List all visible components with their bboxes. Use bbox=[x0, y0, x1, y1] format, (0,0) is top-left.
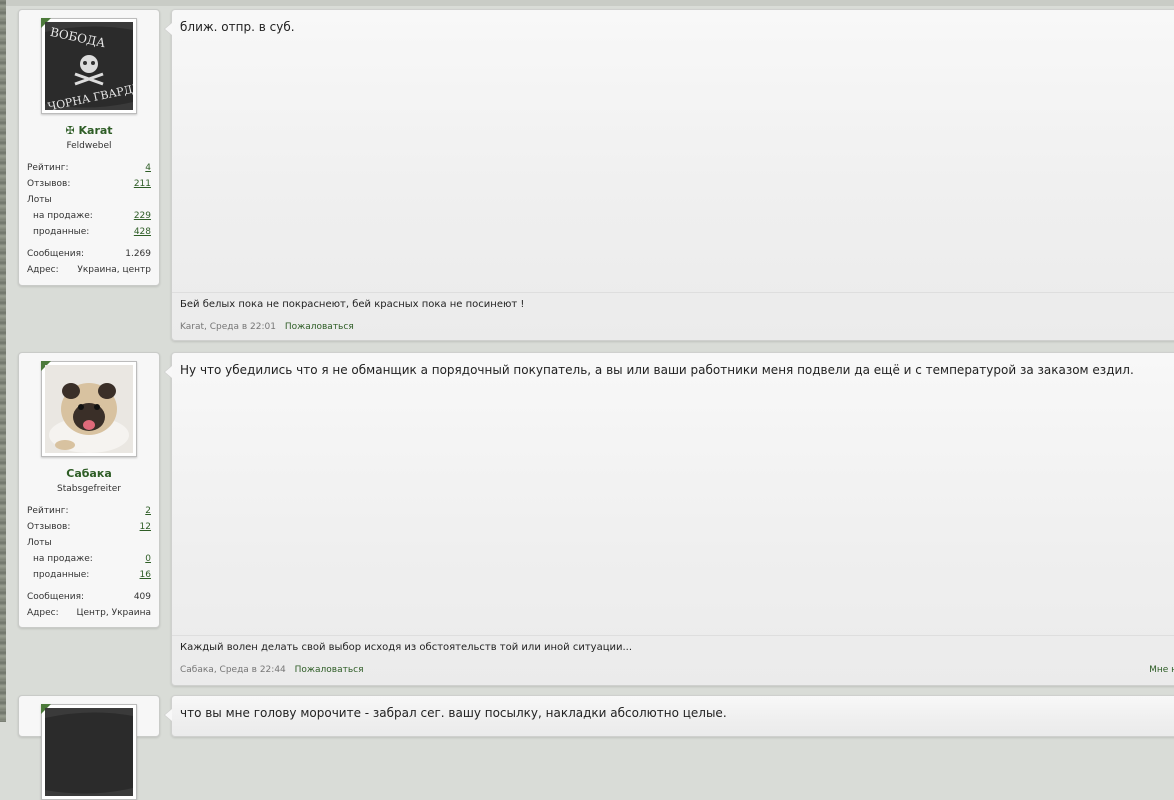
stat-address-value: Украина, центр bbox=[77, 265, 151, 275]
stat-rating-value[interactable]: 2 bbox=[145, 503, 151, 519]
post: ВОБОДА ЧОРНА ГВАРДІЯ ✠ Karat Feldwebel Р… bbox=[18, 9, 1174, 341]
stat-lots-header: Лоты bbox=[27, 192, 151, 208]
signature-text: Бей белых пока не покраснеют, бей красны… bbox=[180, 299, 525, 310]
user-info-panel: ВОБОДА ЧОРНА ГВАРДІЯ ✠ Karat Feldwebel Р… bbox=[18, 9, 160, 286]
stat-messages: Сообщения: 1.269 bbox=[27, 246, 151, 262]
avatar[interactable]: ВОБОДА ЧОРНА ГВАРДІЯ bbox=[41, 18, 137, 114]
stat-label: проданные: bbox=[33, 570, 90, 580]
signature: Каждый волен делать свой выбор исходя из… bbox=[172, 635, 1174, 655]
username[interactable]: ✠ Karat bbox=[19, 124, 159, 137]
stat-label: Лоты bbox=[27, 538, 52, 548]
avatar[interactable] bbox=[41, 704, 137, 800]
report-link[interactable]: Пожаловаться bbox=[285, 322, 354, 332]
stat-label: проданные: bbox=[33, 227, 90, 237]
message-pointer bbox=[164, 365, 172, 379]
stat-address: Адрес: Центр, Украина bbox=[27, 605, 151, 621]
stat-reviews: Отзывов: 12 bbox=[27, 519, 151, 535]
stat-label: Сообщения: bbox=[27, 249, 85, 259]
stat-label: Отзывов: bbox=[27, 522, 71, 532]
stat-label: Адрес: bbox=[27, 265, 59, 275]
stat-on-sale-value[interactable]: 229 bbox=[134, 208, 151, 224]
message-text: Ну что убедились что я не обманщик а пор… bbox=[180, 363, 1134, 377]
page-edge-texture bbox=[0, 0, 6, 722]
avatar-image bbox=[45, 708, 133, 796]
stat-label: Лоты bbox=[27, 195, 52, 205]
message-text: ближ. отпр. в суб. bbox=[180, 20, 295, 34]
message-box: что вы мне голову морочите - забрал сег.… bbox=[164, 695, 1174, 737]
user-rank: Feldwebel bbox=[66, 141, 112, 151]
page-top-edge bbox=[6, 0, 1174, 6]
message-pointer bbox=[164, 22, 172, 36]
stat-rating: Рейтинг: 4 bbox=[27, 160, 151, 176]
stat-label: Адрес: bbox=[27, 608, 59, 618]
stat-sold-value[interactable]: 16 bbox=[140, 567, 151, 583]
post-meta: Karat, Среда в 22:01 Пожаловаться bbox=[180, 322, 354, 332]
stat-messages: Сообщения: 409 bbox=[27, 589, 151, 605]
stat-messages-value: 1.269 bbox=[125, 249, 151, 259]
avatar[interactable] bbox=[41, 361, 137, 457]
stat-sold-value[interactable]: 428 bbox=[134, 224, 151, 240]
stat-reviews-value[interactable]: 211 bbox=[134, 176, 151, 192]
stat-sold: проданные: 428 bbox=[27, 224, 151, 240]
user-stats: Рейтинг: 2 Отзывов: 12 Лоты на продаже: … bbox=[27, 503, 151, 621]
post-author-date[interactable]: Karat, Среда в 22:01 bbox=[180, 322, 276, 332]
stat-on-sale-value[interactable]: 0 bbox=[145, 551, 151, 567]
stat-address-value: Центр, Украина bbox=[76, 608, 151, 618]
like-link[interactable]: Мне н bbox=[1149, 665, 1174, 675]
stat-label: на продаже: bbox=[33, 554, 93, 564]
user-info-panel: Сабака Stabsgefreiter Рейтинг: 2 Отзывов… bbox=[18, 352, 160, 628]
post-author-date[interactable]: Сабака, Среда в 22:44 bbox=[180, 665, 286, 675]
stat-rating: Рейтинг: 2 bbox=[27, 503, 151, 519]
avatar-image bbox=[45, 365, 133, 453]
message-text: что вы мне голову морочите - забрал сег.… bbox=[180, 706, 727, 720]
report-link[interactable]: Пожаловаться bbox=[295, 665, 364, 675]
username-label[interactable]: Karat bbox=[79, 124, 113, 137]
iron-cross-icon: ✠ bbox=[65, 124, 75, 137]
post-meta: Сабака, Среда в 22:44 Пожаловаться bbox=[180, 665, 364, 675]
stat-on-sale: на продаже: 0 bbox=[27, 551, 151, 567]
stat-label: Сообщения: bbox=[27, 592, 85, 602]
user-stats: Рейтинг: 4 Отзывов: 211 Лоты на продаже:… bbox=[27, 160, 151, 278]
stat-reviews: Отзывов: 211 bbox=[27, 176, 151, 192]
stat-label: Рейтинг: bbox=[27, 506, 69, 516]
stat-on-sale: на продаже: 229 bbox=[27, 208, 151, 224]
stat-label: Рейтинг: bbox=[27, 163, 69, 173]
user-info-panel bbox=[18, 695, 160, 800]
username[interactable]: Сабака bbox=[19, 467, 159, 480]
message-box: ближ. отпр. в суб. Бей белых пока не пок… bbox=[164, 9, 1174, 341]
post: что вы мне голову морочите - забрал сег.… bbox=[18, 695, 1174, 800]
stat-label: Отзывов: bbox=[27, 179, 71, 189]
post: Сабака Stabsgefreiter Рейтинг: 2 Отзывов… bbox=[18, 352, 1174, 686]
stat-reviews-value[interactable]: 12 bbox=[140, 519, 151, 535]
message-pointer bbox=[164, 708, 172, 722]
stat-lots-header: Лоты bbox=[27, 535, 151, 551]
stat-label: на продаже: bbox=[33, 211, 93, 221]
signature: Бей белых пока не покраснеют, бей красны… bbox=[172, 292, 1174, 312]
avatar-image: ВОБОДА ЧОРНА ГВАРДІЯ bbox=[45, 22, 133, 110]
stat-address: Адрес: Украина, центр bbox=[27, 262, 151, 278]
stat-messages-value: 409 bbox=[133, 592, 151, 602]
message-box: Ну что убедились что я не обманщик а пор… bbox=[164, 352, 1174, 686]
signature-text: Каждый волен делать свой выбор исходя из… bbox=[180, 642, 633, 653]
stat-sold: проданные: 16 bbox=[27, 567, 151, 583]
stat-rating-value[interactable]: 4 bbox=[145, 160, 151, 176]
user-rank: Stabsgefreiter bbox=[57, 484, 121, 494]
username-label[interactable]: Сабака bbox=[66, 467, 112, 480]
